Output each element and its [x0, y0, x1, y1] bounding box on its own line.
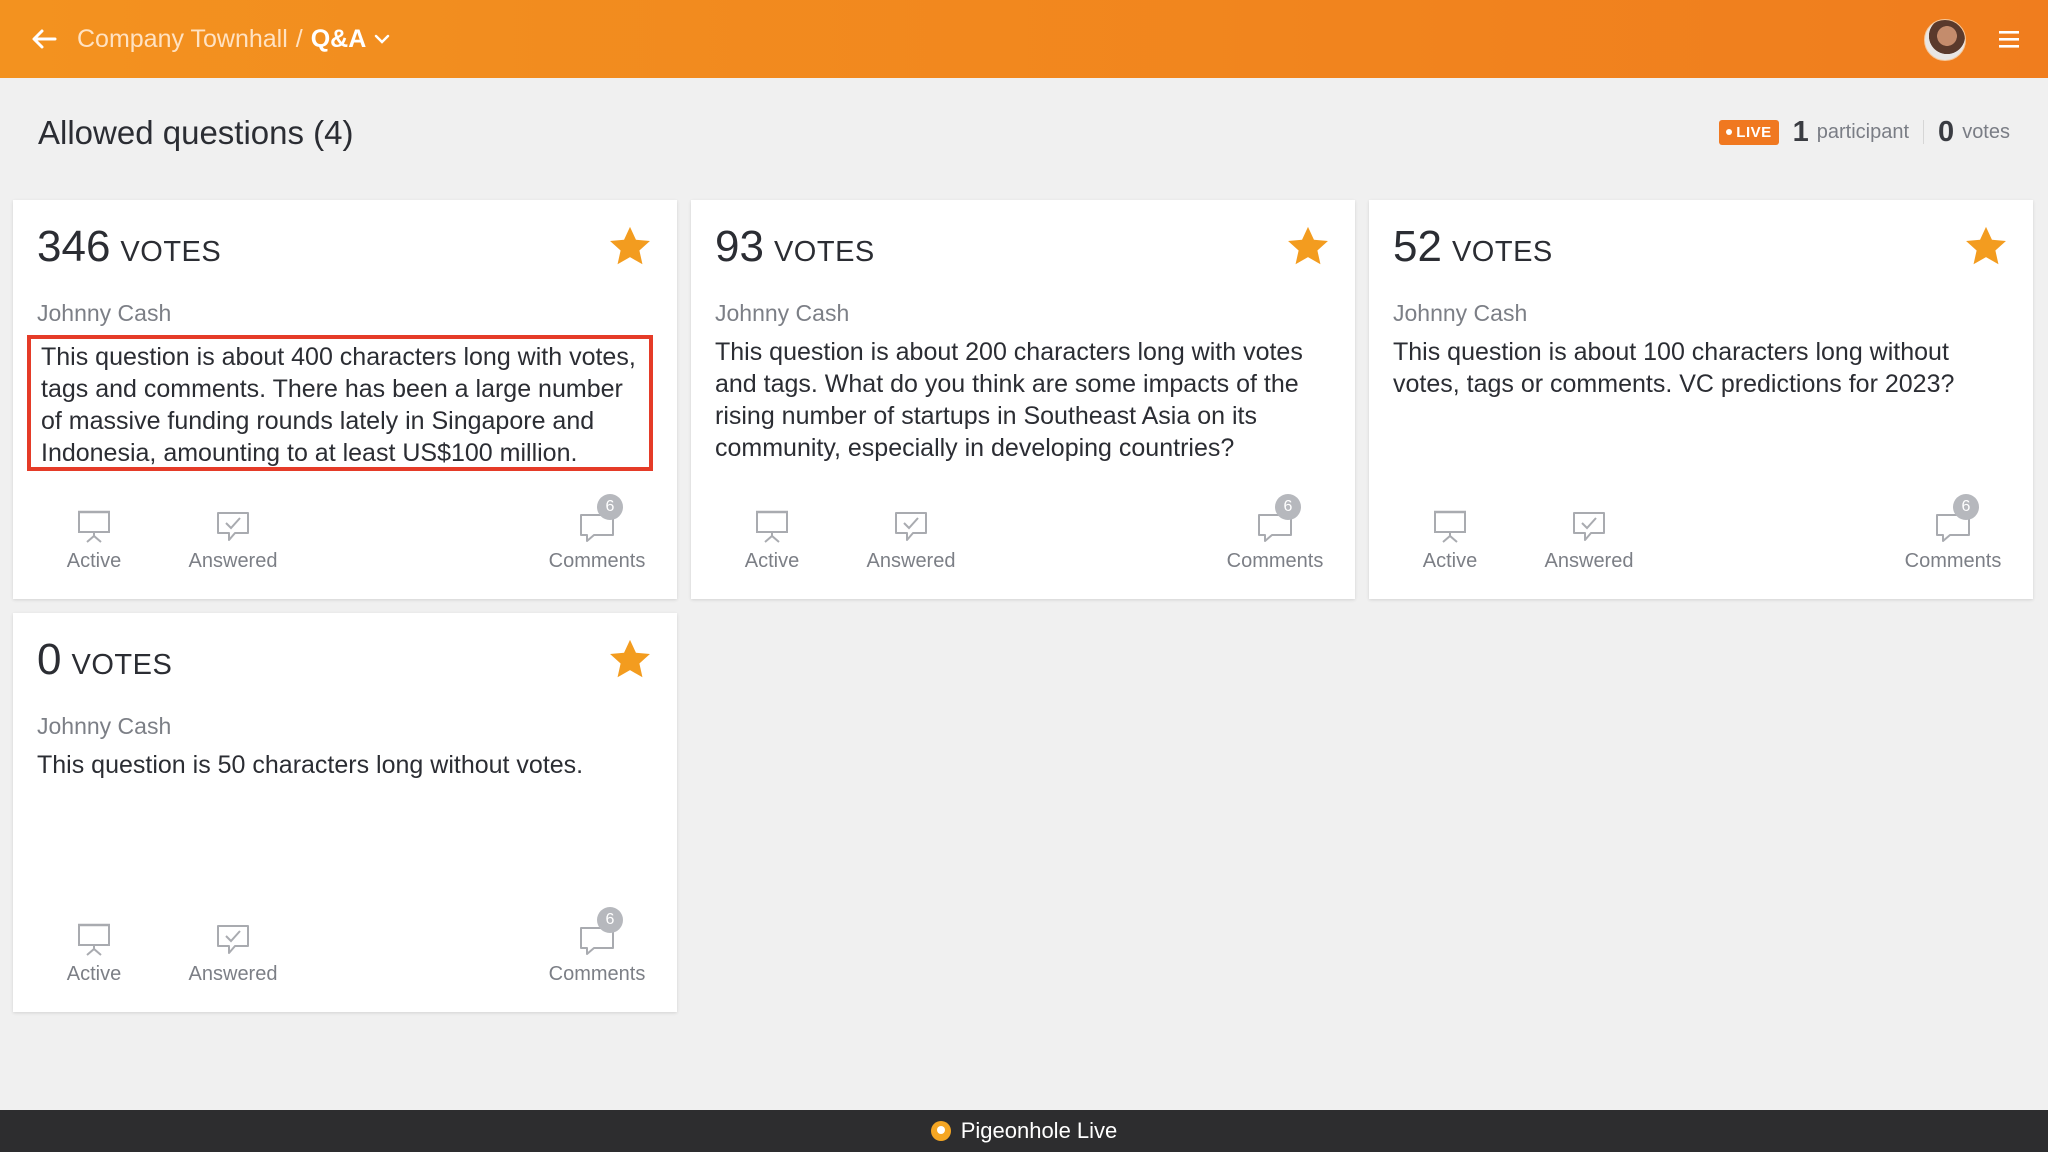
- question-author: Johnny Cash: [37, 713, 172, 739]
- question-text: This question is 50 characters long with…: [37, 751, 584, 779]
- chevron-down-icon: [374, 34, 390, 44]
- mark-active-button[interactable]: Active: [721, 498, 823, 573]
- question-card[interactable]: 52 VOTES Johnny Cash This question is ab…: [1369, 200, 2033, 599]
- vote-count: 0 VOTES: [37, 635, 172, 685]
- star-icon[interactable]: [607, 224, 653, 270]
- vote-count: 52 VOTES: [1393, 222, 1553, 272]
- answered-label: Answered: [188, 550, 278, 572]
- mark-answered-button[interactable]: Answered: [849, 498, 973, 573]
- comment-count-badge: 6: [1953, 494, 1979, 520]
- answered-label: Answered: [188, 963, 278, 985]
- comments-button[interactable]: 6 Comments: [1897, 494, 2009, 573]
- answered-check-icon: [1573, 512, 1605, 541]
- session-stats: LIVE 1 participant 0 votes: [1719, 114, 2010, 150]
- breadcrumb-separator: /: [295, 25, 303, 53]
- question-card[interactable]: 346 VOTES Johnny Cash This question is a…: [13, 200, 677, 599]
- mark-active-button[interactable]: Active: [43, 498, 145, 573]
- answered-check-icon: [217, 512, 249, 541]
- mark-answered-button[interactable]: Answered: [171, 498, 295, 573]
- vote-label: VOTES: [1451, 236, 1553, 268]
- vote-label: VOTES: [120, 236, 222, 268]
- comments-label: Comments: [548, 963, 646, 985]
- active-label: Active: [1422, 550, 1478, 572]
- answered-check-icon: [895, 512, 927, 541]
- comment-count-badge: 6: [1275, 494, 1301, 520]
- event-name[interactable]: Company Townhall: [77, 22, 288, 56]
- vote-number: 93: [715, 222, 764, 271]
- vote-number: 52: [1393, 222, 1442, 271]
- active-label: Active: [66, 550, 122, 572]
- question-card[interactable]: 93 VOTES Johnny Cash This question is ab…: [691, 200, 1355, 599]
- comments-button[interactable]: 6 Comments: [1219, 494, 1331, 573]
- comments-button[interactable]: 6 Comments: [541, 907, 653, 986]
- mark-active-button[interactable]: Active: [43, 911, 145, 986]
- question-author: Johnny Cash: [715, 300, 850, 326]
- comment-count-badge: 6: [597, 494, 623, 520]
- question-text: This question is about 400 characters lo…: [27, 335, 653, 471]
- live-label: LIVE: [1736, 123, 1772, 141]
- active-label: Active: [66, 963, 122, 985]
- user-avatar[interactable]: [1924, 19, 1966, 61]
- star-icon[interactable]: [1963, 224, 2009, 270]
- live-badge: LIVE: [1719, 119, 1779, 145]
- comment-count-badge: 6: [597, 907, 623, 933]
- presentation-icon: [756, 510, 788, 543]
- footer: Pigeonhole Live: [0, 1110, 2048, 1152]
- answered-label: Answered: [866, 550, 956, 572]
- section-label: Q&A: [310, 25, 367, 53]
- participant-count: 1: [1792, 115, 1809, 148]
- answered-check-icon: [217, 925, 249, 954]
- comments-button[interactable]: 6 Comments: [541, 494, 653, 573]
- answered-label: Answered: [1544, 550, 1634, 572]
- comments-label: Comments: [1226, 550, 1324, 572]
- presentation-icon: [78, 510, 110, 543]
- mark-answered-button[interactable]: Answered: [171, 911, 295, 986]
- breadcrumb: Company Townhall / Q&A: [77, 22, 390, 56]
- mark-active-button[interactable]: Active: [1399, 498, 1501, 573]
- participant-label: participant: [1816, 120, 1910, 143]
- hamburger-menu-icon[interactable]: [1996, 26, 2022, 52]
- arrow-left-icon: [32, 29, 57, 49]
- vote-number: 346: [37, 222, 111, 271]
- pigeonhole-logo-icon: [930, 1121, 951, 1141]
- comments-label: Comments: [1904, 550, 2002, 572]
- stats-divider: [1923, 120, 1925, 144]
- comments-label: Comments: [548, 550, 646, 572]
- votes-label: votes: [1962, 120, 2010, 143]
- question-author: Johnny Cash: [1393, 300, 1528, 326]
- presentation-icon: [1434, 510, 1466, 543]
- question-card[interactable]: 0 VOTES Johnny Cash This question is 50 …: [13, 613, 677, 1012]
- vote-count: 93 VOTES: [715, 222, 875, 272]
- presentation-icon: [78, 923, 110, 956]
- star-icon[interactable]: [607, 637, 653, 683]
- question-text: This question is about 200 characters lo…: [715, 338, 1303, 462]
- question-author: Johnny Cash: [37, 300, 172, 326]
- top-bar: Company Townhall / Q&A: [0, 0, 2048, 78]
- footer-brand[interactable]: Pigeonhole Live: [961, 1118, 1118, 1144]
- back-button[interactable]: [28, 25, 60, 53]
- page-title: Allowed questions (4): [38, 114, 354, 151]
- votes-count: 0: [1938, 115, 1955, 148]
- vote-label: VOTES: [71, 649, 173, 681]
- live-dot-icon: [1726, 129, 1733, 135]
- vote-count: 346 VOTES: [37, 222, 221, 272]
- mark-answered-button[interactable]: Answered: [1527, 498, 1651, 573]
- star-icon[interactable]: [1285, 224, 1331, 270]
- vote-number: 0: [37, 635, 62, 684]
- active-label: Active: [744, 550, 800, 572]
- vote-label: VOTES: [773, 236, 875, 268]
- section-dropdown[interactable]: Q&A: [311, 22, 391, 56]
- question-text: This question is about 100 characters lo…: [1393, 338, 1955, 398]
